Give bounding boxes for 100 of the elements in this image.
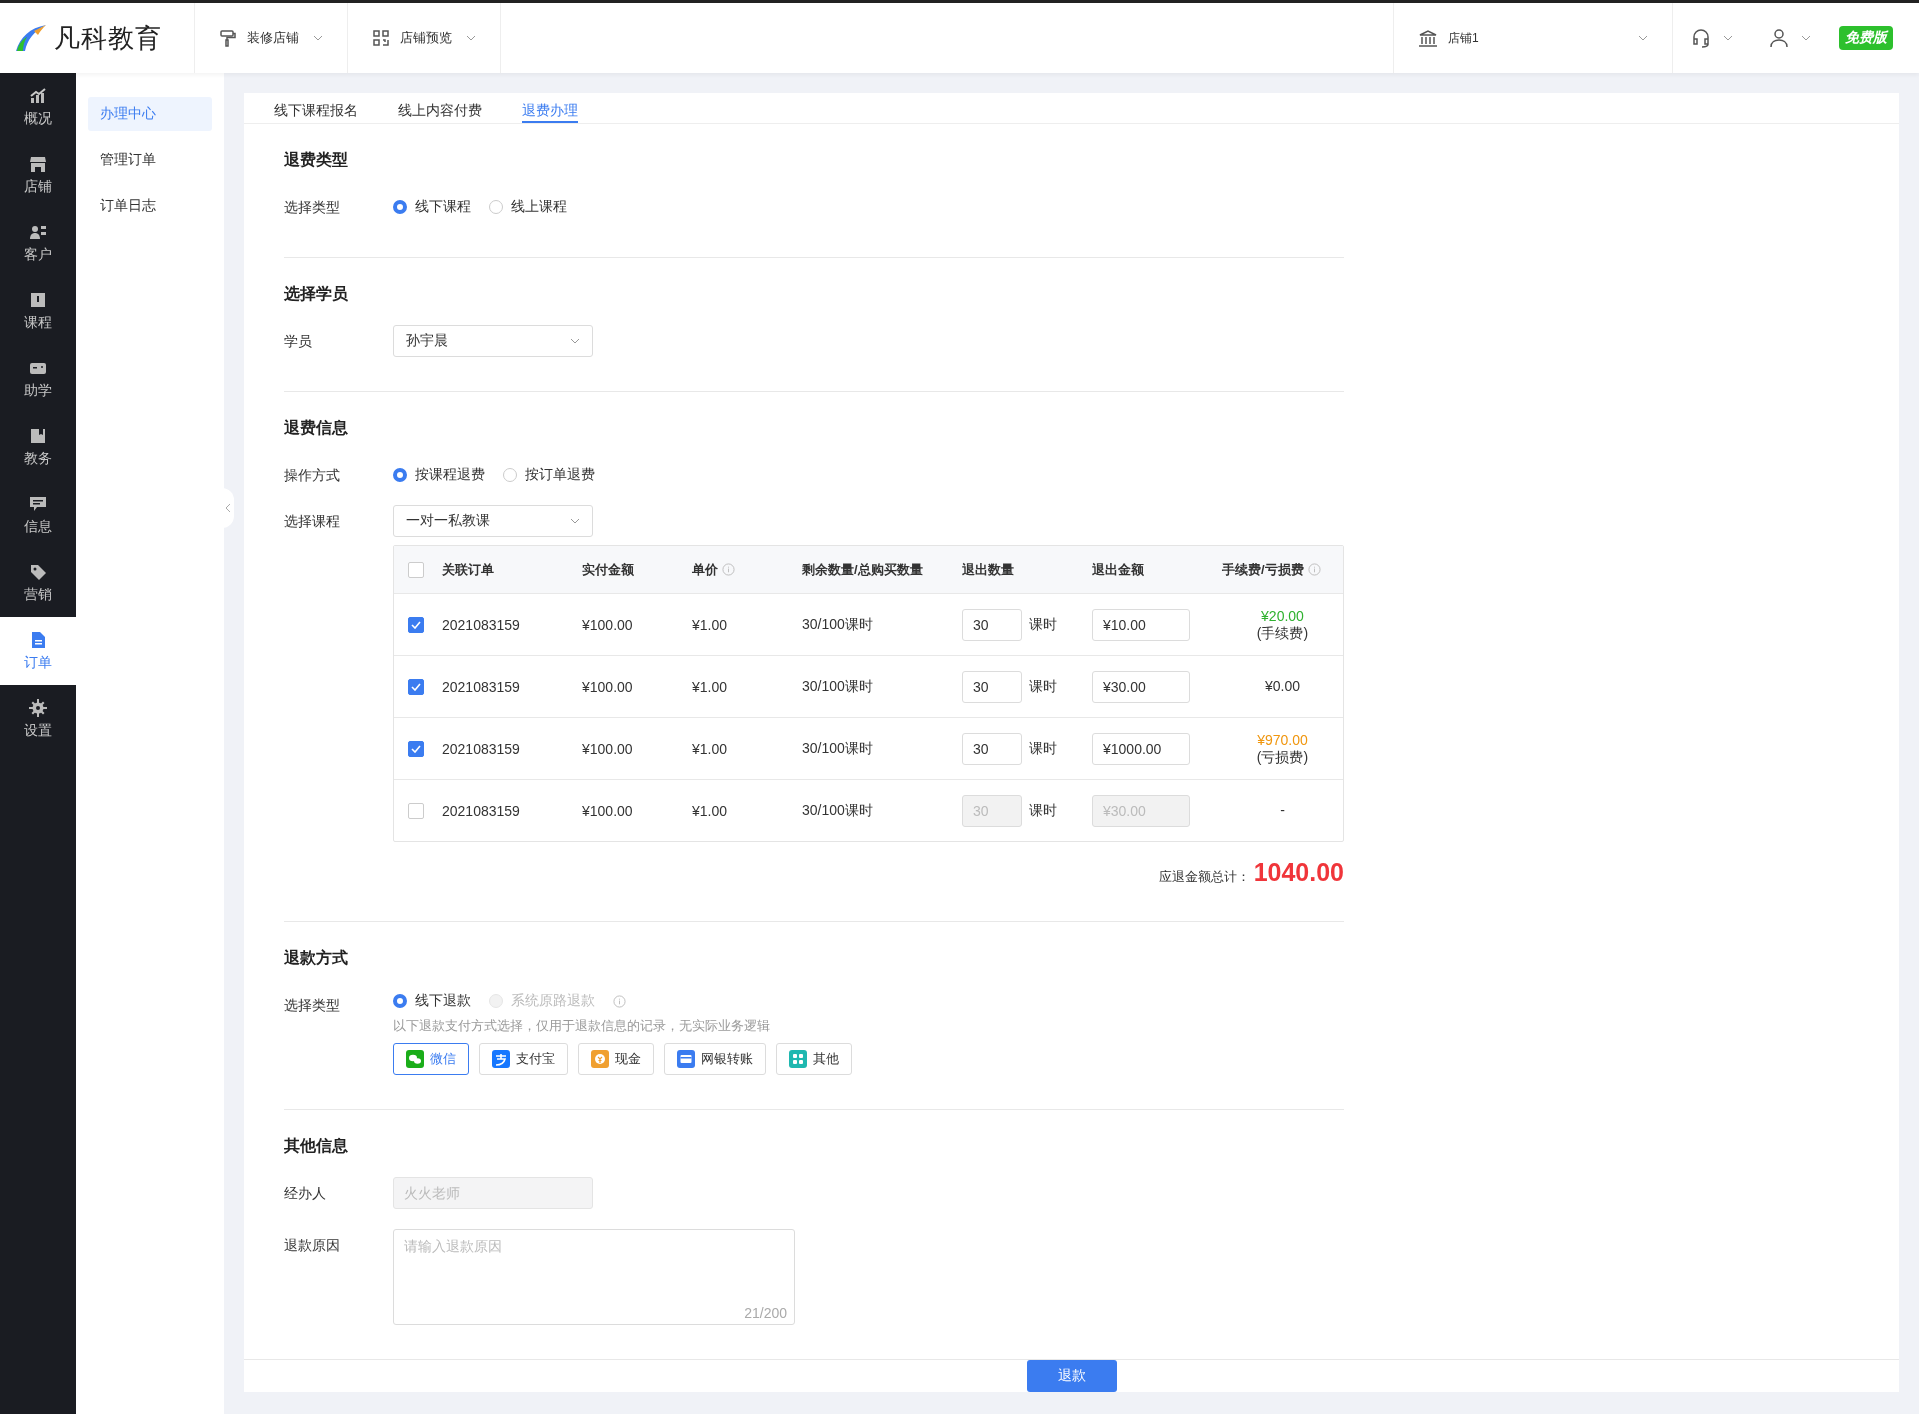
table-cell-text: 30/100课时 [802, 739, 874, 758]
row-checkbox[interactable] [408, 740, 424, 757]
payment-icon [492, 1050, 510, 1068]
radio-option[interactable]: 按课程退费 [393, 466, 485, 484]
nav-item[interactable]: 课程 [0, 277, 76, 345]
nav-item[interactable]: 设置 [0, 685, 76, 753]
table-cell-text: 2021083159 [442, 740, 521, 757]
table-cell-text: ¥1.00 [692, 616, 729, 633]
field-label: 选择类型 [284, 198, 341, 217]
payment-icon [789, 1050, 807, 1068]
total-label: 应退金额总计： [1158, 868, 1250, 886]
payment-icon [677, 1050, 695, 1068]
nav-item[interactable]: 教务 [0, 413, 76, 481]
qr-grid-icon [372, 29, 390, 47]
logo-icon [14, 23, 48, 53]
select-all-checkbox[interactable] [408, 561, 424, 578]
field-label: 经办人 [284, 1184, 327, 1203]
quantity-input[interactable]: 30 [962, 670, 1022, 703]
radio-option[interactable]: 线上课程 [489, 198, 567, 216]
column-header: 剩余数量/总购买数量 [802, 560, 923, 579]
tab[interactable]: 线上内容付费 [398, 101, 482, 123]
caret-icon [1801, 35, 1811, 41]
submenu-item[interactable]: 订单日志 [88, 189, 212, 223]
caret-icon [313, 35, 323, 41]
fee-amount: ¥970.00 [1257, 731, 1308, 749]
course-select[interactable]: 一对一私教课 [393, 505, 593, 537]
unit-label: 课时 [1029, 677, 1057, 696]
tag-icon [29, 562, 47, 581]
settings-icon [29, 698, 47, 717]
bookmark-icon [29, 426, 47, 445]
nav-item[interactable]: 信息 [0, 481, 76, 549]
tab[interactable]: 退费办理 [522, 101, 578, 123]
field-label: 学员 [284, 332, 313, 351]
nav-item[interactable]: 客户 [0, 209, 76, 277]
checkmark-icon [411, 682, 421, 691]
char-counter: 21/200 [744, 1305, 787, 1321]
quantity-input[interactable]: 30 [962, 732, 1022, 765]
section-title: 退费信息 [284, 418, 349, 438]
unit-label: 课时 [1029, 615, 1057, 634]
student-select[interactable]: 孙宇晨 [393, 325, 593, 357]
shop-icon [29, 154, 47, 173]
fee-note: (手续费) [1256, 624, 1309, 642]
field-label: 退款原因 [284, 1236, 341, 1255]
payment-option[interactable]: 其他 [776, 1043, 852, 1075]
document-icon [29, 630, 47, 649]
plan-badge: 免费版 [1839, 26, 1893, 50]
hint-text: 以下退款支付方式选择，仅用于退款信息的记录，无实际业务逻辑 [393, 1017, 771, 1035]
menu-dropdown[interactable]: 店铺预览 [348, 3, 501, 73]
quantity-input[interactable]: 30 [962, 608, 1022, 641]
section-title: 退款方式 [284, 948, 349, 968]
radio-option[interactable]: 线下退款 [393, 992, 471, 1010]
table-cell-text: 30/100课时 [802, 677, 874, 696]
table-cell-text: ¥1.00 [692, 802, 729, 819]
collapse-handle[interactable] [222, 488, 234, 528]
table-cell-text: ¥100.00 [582, 740, 634, 757]
payment-option[interactable]: 支付宝 [479, 1043, 568, 1075]
caret-icon [570, 338, 580, 344]
radio-option[interactable]: 按订单退费 [503, 466, 595, 484]
section-title: 选择学员 [284, 284, 349, 304]
total-amount: 1040.00 [1253, 858, 1344, 887]
refund-button[interactable]: 退款 [1026, 1360, 1117, 1392]
unit-label: 课时 [1029, 801, 1057, 820]
tab[interactable]: 线下课程报名 [274, 101, 358, 123]
payment-option[interactable]: 网银转账 [664, 1043, 766, 1075]
row-checkbox[interactable] [408, 616, 424, 633]
fee-note: (亏损费) [1256, 748, 1309, 766]
amount-input[interactable]: ¥1000.00 [1092, 732, 1190, 765]
table-cell-text: 2021083159 [442, 616, 521, 633]
amount-input[interactable]: ¥10.00 [1092, 608, 1190, 641]
table-cell-text: 2021083159 [442, 802, 521, 819]
table-cell-text: 30/100课时 [802, 615, 874, 634]
info-icon [1307, 563, 1321, 576]
column-header: 手续费/亏损费 [1222, 560, 1304, 579]
nav-item[interactable]: 助学 [0, 345, 76, 413]
payment-option[interactable]: 现金 [578, 1043, 654, 1075]
submenu-item[interactable]: 管理订单 [88, 143, 212, 177]
checkmark-icon [411, 620, 421, 629]
fee-amount: ¥0.00 [1264, 678, 1300, 695]
field-label: 选择课程 [284, 512, 341, 531]
store-selector[interactable]: 店铺1 [1393, 3, 1673, 73]
user-icon [1769, 28, 1789, 48]
nav-item[interactable]: 概况 [0, 73, 76, 141]
nav-item[interactable]: 营销 [0, 549, 76, 617]
book-icon [29, 290, 47, 309]
column-header: 单价 [692, 560, 718, 579]
payment-option[interactable]: 微信 [393, 1043, 469, 1075]
payment-icon [591, 1050, 609, 1068]
submenu-item[interactable]: 办理中心 [88, 97, 212, 131]
row-checkbox[interactable] [408, 678, 424, 695]
nav-item[interactable]: 店铺 [0, 141, 76, 209]
payment-icon [406, 1050, 424, 1068]
amount-input[interactable]: ¥30.00 [1092, 670, 1190, 703]
table-cell-text: 30/100课时 [802, 801, 874, 820]
fee-amount: - [1280, 802, 1285, 819]
caret-icon [1723, 35, 1733, 41]
unit-label: 课时 [1029, 739, 1057, 758]
radio-option[interactable]: 线下课程 [393, 198, 471, 216]
column-header: 退出数量 [962, 560, 1014, 579]
table-cell-text: ¥100.00 [582, 802, 634, 819]
field-label: 选择类型 [284, 996, 341, 1015]
